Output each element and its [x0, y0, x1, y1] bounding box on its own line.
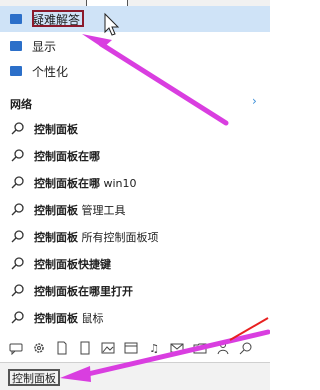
- search-icon: [11, 230, 24, 243]
- search-icon: [11, 257, 24, 270]
- search-result-label: 控制面板 管理工具: [34, 204, 126, 217]
- search-icon: [11, 311, 24, 324]
- troubleshoot-icon: [10, 14, 22, 24]
- search-icon: [11, 284, 24, 297]
- search-result-item[interactable]: 控制面板在哪里打开: [0, 278, 270, 304]
- search-icon: [11, 149, 24, 162]
- page-icon[interactable]: [78, 341, 92, 355]
- chat-icon[interactable]: [9, 341, 23, 355]
- search-result-item[interactable]: 控制面板 所有控制面板项: [0, 224, 270, 250]
- search-result-item[interactable]: 控制面板在哪: [0, 143, 270, 169]
- window-icon[interactable]: [124, 341, 138, 355]
- photo-icon[interactable]: [101, 341, 115, 355]
- search-input[interactable]: 控制面板: [8, 369, 60, 386]
- search-result-label: 控制面板: [34, 123, 78, 136]
- search-result-item[interactable]: 控制面板 鼠标: [0, 305, 270, 331]
- selection-highlight-box: [32, 10, 84, 27]
- search-icon: [11, 203, 24, 216]
- app-item-display[interactable]: 显示: [0, 33, 270, 59]
- app-item-personalize[interactable]: 个性化: [0, 58, 270, 84]
- search-result-item[interactable]: 控制面板快捷键: [0, 251, 270, 277]
- search-result-label: 控制面板在哪里打开: [34, 285, 133, 298]
- personalize-icon: [10, 66, 22, 76]
- search-icon: [11, 122, 24, 135]
- chevron-right-icon[interactable]: ›: [252, 94, 257, 108]
- filter-bar: ♫: [0, 334, 270, 362]
- display-icon: [10, 41, 22, 51]
- music-icon[interactable]: ♫: [147, 341, 161, 355]
- search-icon: [11, 176, 24, 189]
- search-result-label: 控制面板在哪 win10: [34, 177, 137, 190]
- search-icon[interactable]: [239, 341, 253, 355]
- person-icon[interactable]: [216, 341, 230, 355]
- search-result-label: 控制面板快捷键: [34, 258, 111, 271]
- search-result-item[interactable]: 控制面板在哪 win10: [0, 170, 270, 196]
- search-result-label: 控制面板在哪: [34, 150, 100, 163]
- mail-icon[interactable]: [170, 341, 184, 355]
- search-result-label: 控制面板 所有控制面板项: [34, 231, 159, 244]
- section-title-network: 网络: [10, 98, 32, 111]
- app-item-label: 个性化: [32, 64, 69, 79]
- search-result-label: 控制面板 鼠标: [34, 312, 104, 325]
- search-result-item[interactable]: 控制面板 管理工具: [0, 197, 270, 223]
- search-result-item[interactable]: 控制面板: [0, 116, 270, 142]
- app-item-label: 显示: [32, 39, 57, 54]
- document-icon[interactable]: [55, 341, 69, 355]
- gear-icon[interactable]: [32, 341, 46, 355]
- folder-icon[interactable]: [193, 341, 207, 355]
